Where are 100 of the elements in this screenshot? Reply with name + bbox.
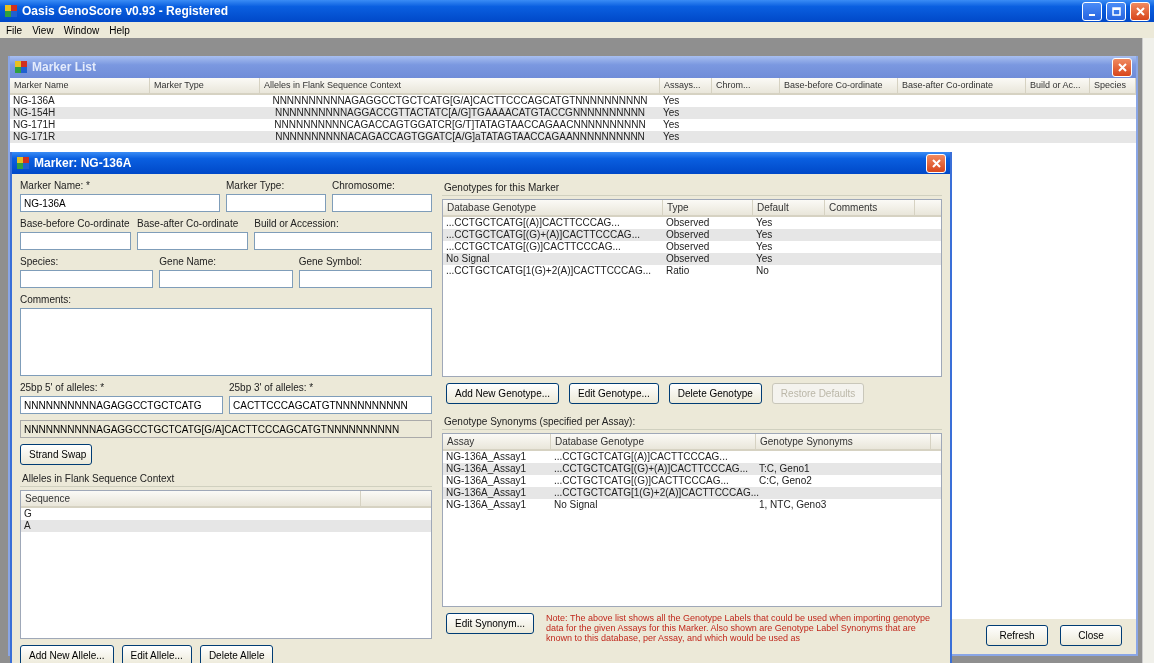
text-field[interactable] <box>254 232 432 250</box>
column-header[interactable]: Species <box>1090 78 1136 93</box>
column-header[interactable]: Marker Name <box>10 78 150 93</box>
table-cell-text: Yes <box>662 95 681 107</box>
window-icon <box>4 4 18 18</box>
strand-swap-button[interactable]: Strand Swap <box>20 444 92 465</box>
table-cell-text: NNNNNNNNNNAGGACCGTTACTATC[A/G]TGAAAACATGTACCGNNNNNNNNNN <box>273 107 647 119</box>
column-header[interactable]: Base-before Co-ordinate <box>780 78 898 93</box>
maximize-icon <box>1110 5 1122 17</box>
text-field[interactable] <box>298 270 432 288</box>
button[interactable]: Edit Genotype... <box>569 383 659 404</box>
text-field[interactable] <box>226 194 326 212</box>
table-cell-text: NG-171H <box>12 119 57 131</box>
column-header[interactable]: Marker Type <box>150 78 260 93</box>
table-cell-text: NG-154H <box>12 107 57 119</box>
close-button[interactable] <box>926 153 946 173</box>
column-header[interactable]: Base-after Co-ordinate <box>898 78 1026 93</box>
column-header[interactable]: Database Genotype <box>551 434 756 449</box>
table-cell-text: ...CCTGCTCATG[(A)]CACTTCCCAG... <box>553 451 729 463</box>
column-header[interactable]: Comments <box>825 200 915 215</box>
group-title: Alleles in Flank Sequence Context <box>20 471 432 487</box>
menu-item[interactable]: Help <box>105 24 134 36</box>
table-cell-text: Yes <box>662 131 681 143</box>
field-label: 25bp 5' of alleles: * <box>20 382 106 393</box>
text-field[interactable]: NNNNNNNNNNAGAGGCCTGCTCATG <box>20 396 223 414</box>
menu-item[interactable]: File <box>2 24 27 36</box>
button[interactable]: Add New Allele... <box>20 645 114 663</box>
table-cell-text: NG-136A_Assay1 <box>445 451 528 463</box>
table-cell-text: NG-136A_Assay1 <box>445 499 528 511</box>
field-label: 25bp 3' of alleles: * <box>229 382 315 393</box>
column-header[interactable]: Default <box>753 200 825 215</box>
table-cell-text: NNNNNNNNNNCAGACCAGTGGATCR[G/T]TATAGTAACCAGAACNNNNNNNNNN <box>273 119 647 131</box>
table-row[interactable]: A <box>21 520 431 532</box>
text-field[interactable] <box>20 270 154 288</box>
table-cell-text: ...CCTGCTCATG[(A)]CACTTCCCAG... <box>445 217 621 229</box>
window-title: Marker: NG-136A <box>34 156 133 170</box>
close-icon <box>930 157 942 169</box>
group-title: Genotypes for this Marker <box>442 180 942 196</box>
note-text: Note: The above list shows all the Genotype Labels that could be used when importing genotype data for the given Assays for this Marker. Also shown are Genotype Label Synonyms that are known to this database, per Assay, and which would be used as <box>546 613 932 643</box>
text-field[interactable] <box>137 232 249 250</box>
field-label: Species: <box>20 256 60 267</box>
text-field[interactable] <box>159 270 293 288</box>
table-cell-text: Observed <box>665 241 711 253</box>
button[interactable]: Add New Genotype... <box>446 383 560 404</box>
field-label: Marker Name: * <box>20 180 91 191</box>
table-cell-text: Yes <box>755 253 774 265</box>
read-only-field[interactable]: NNNNNNNNNNAGAGGCCTGCTCATG[G/A]CACTTCCCAGCATGTNNNNNNNNNN <box>20 420 432 438</box>
close-button[interactable] <box>1130 1 1150 21</box>
table-row[interactable]: NG-136A_Assay1 ...CCTGCTCATG[1(G)+2(A)]CACTTCCCAG... <box>443 487 941 499</box>
column-header[interactable]: Genotype Synonyms <box>756 434 931 449</box>
table-cell-text: Ratio <box>665 265 691 277</box>
table-cell-text: NG-136A_Assay1 <box>445 487 528 499</box>
table-row[interactable]: ...CCTGCTCATG[(G)+(A)]CACTTCCCAG... Observed Yes <box>443 229 941 241</box>
column-header[interactable]: Type <box>663 200 753 215</box>
table-cell-text: Yes <box>755 241 774 253</box>
column-header[interactable]: Assay <box>443 434 551 449</box>
button[interactable]: Delete Allele <box>199 645 274 663</box>
column-header[interactable]: Build or Ac... <box>1026 78 1090 93</box>
minimize-button[interactable] <box>1082 1 1102 21</box>
button[interactable]: Delete Genotype <box>668 383 762 404</box>
close-icon <box>1134 5 1146 17</box>
field-label: Marker Type: <box>226 180 286 191</box>
menu-item[interactable]: View <box>28 24 58 36</box>
column-header[interactable]: Assays... <box>660 78 712 93</box>
maximize-button[interactable] <box>1106 1 1126 21</box>
column-header[interactable]: Database Genotype <box>443 200 663 215</box>
vertical-scrollbar[interactable] <box>1142 38 1154 663</box>
table-cell-text: Observed <box>665 253 711 265</box>
table-cell-text: NG-136A_Assay1 <box>445 475 528 487</box>
window-title: Marker List <box>32 60 98 74</box>
field-label: Gene Symbol: <box>298 256 364 267</box>
column-header[interactable]: Alleles in Flank Sequence Context <box>260 78 660 93</box>
table-cell-text: T:C, Geno1 <box>758 463 811 475</box>
minimize-icon <box>1089 13 1095 16</box>
close-icon <box>1116 61 1128 73</box>
table-cell-text: No <box>755 265 770 277</box>
table-row[interactable]: No Signal Observed Yes <box>443 253 941 265</box>
edit-synonym-button[interactable]: Edit Synonym... <box>446 613 535 634</box>
field-label: Base-before Co-ordinate <box>20 218 131 229</box>
table-cell-text: No Signal <box>445 253 491 265</box>
table-row[interactable]: NG-136A_Assay1 ...CCTGCTCATG[(G)+(A)]CACTTCCCAG... T:C, Geno1 <box>443 463 941 475</box>
button[interactable]: Edit Allele... <box>121 645 192 663</box>
text-area[interactable] <box>20 308 432 376</box>
table-cell-text: Yes <box>755 229 774 241</box>
menu-item[interactable]: Window <box>59 24 104 36</box>
text-field[interactable] <box>20 232 132 250</box>
table-cell-text: NG-136A <box>12 95 56 107</box>
column-header[interactable]: Chrom... <box>712 78 780 93</box>
table-cell-text: Yes <box>662 119 681 131</box>
table-cell-text: NNNNNNNNNNACAGACCAGTGGATC[A/G]aTATAGTAACCAGAANNNNNNNNNN <box>274 131 646 143</box>
text-field[interactable]: CACTTCCCAGCATGTNNNNNNNNNN <box>229 396 432 414</box>
field-label: Gene Name: <box>159 256 218 267</box>
table-cell-text: ...CCTGCTCATG[(G)+(A)]CACTTCCCAG... <box>553 463 749 475</box>
table-cell-text: A <box>23 520 32 532</box>
table-cell-text: No Signal <box>553 499 599 511</box>
text-field[interactable]: NG-136A <box>20 194 220 212</box>
field-label: Comments: <box>20 294 73 305</box>
table-cell-text: NG-171R <box>12 131 57 143</box>
text-field[interactable] <box>332 194 432 212</box>
field-label: Chromosome: <box>332 180 396 191</box>
